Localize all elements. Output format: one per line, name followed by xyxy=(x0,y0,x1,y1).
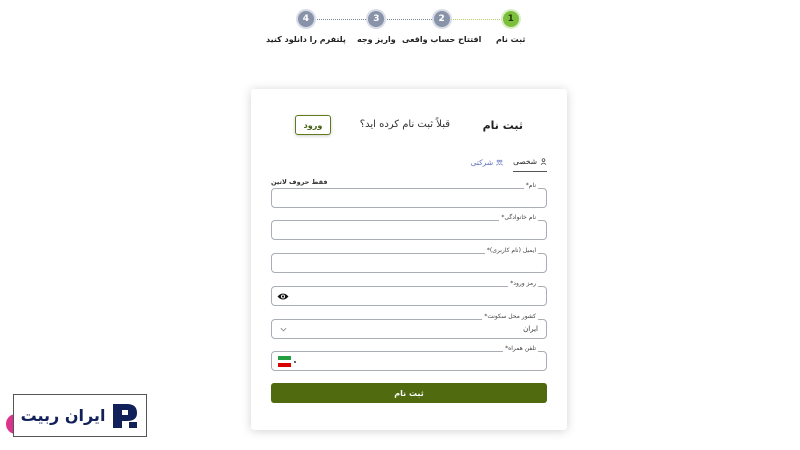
phone-field[interactable]: تلفن همراه* xyxy=(271,345,547,371)
signup-submit-button[interactable]: ثبت نام xyxy=(271,383,547,403)
step-label: پلتفرم را دانلود کنید xyxy=(266,35,346,44)
step-label: واریز وجه xyxy=(357,35,396,44)
tab-label: شخصی xyxy=(513,157,537,166)
logo-text: ایران ربیت xyxy=(20,406,106,425)
step-1: 1 ثبت نام xyxy=(496,11,525,44)
step-2: 2 افتتاح حساب واقعی xyxy=(402,11,481,44)
latin-only-note: فقط حروف لاتین xyxy=(271,178,328,186)
account-type-tabs: شخصی شرکتی xyxy=(471,157,547,172)
step-4: 4 پلتفرم را دانلود کنید xyxy=(266,11,346,44)
first-name-field[interactable]: نام* xyxy=(271,182,547,208)
logo-mark-icon xyxy=(113,403,138,428)
iran-flag-icon[interactable] xyxy=(278,356,291,368)
eye-icon[interactable] xyxy=(277,292,289,301)
step-3: 3 واریز وجه xyxy=(357,11,396,44)
login-button[interactable]: ورود xyxy=(295,115,331,135)
person-icon xyxy=(540,158,547,165)
step-number: 4 xyxy=(297,11,314,27)
last-name-field[interactable]: نام خانوادگی* xyxy=(271,214,547,240)
tab-company[interactable]: شرکتی xyxy=(471,157,504,172)
brand-logo: ایران ربیت xyxy=(13,394,147,437)
page-title: ثبت نام xyxy=(482,119,523,132)
field-label: نام خانوادگی* xyxy=(499,214,538,221)
country-value: ایران xyxy=(523,325,538,333)
chevron-down-icon xyxy=(280,327,287,332)
card-header: ثبت نام قبلاً ثبت نام کرده اید؟ ورود xyxy=(251,115,567,137)
step-number: 1 xyxy=(502,11,519,27)
company-icon xyxy=(496,159,504,165)
email-field[interactable]: ایمیل (نام کاربری)* xyxy=(271,247,547,273)
password-field[interactable]: رمز ورود* xyxy=(271,280,547,306)
step-number: 2 xyxy=(433,11,450,27)
country-select[interactable]: کشور محل سکونت* ایران xyxy=(271,313,547,339)
registration-stepper: 1 ثبت نام 2 افتتاح حساب واقعی 3 واریز وج… xyxy=(266,11,540,51)
step-number: 3 xyxy=(368,11,385,27)
field-label: ایمیل (نام کاربری)* xyxy=(484,247,538,254)
country-code-caret-icon xyxy=(294,361,296,363)
field-label: رمز ورود* xyxy=(508,280,538,287)
step-label: ثبت نام xyxy=(496,35,526,44)
field-label: تلفن همراه* xyxy=(503,345,538,352)
step-label: افتتاح حساب واقعی xyxy=(402,35,482,44)
field-label: کشور محل سکونت* xyxy=(482,313,538,320)
tab-label: شرکتی xyxy=(470,157,494,167)
signup-card: ثبت نام قبلاً ثبت نام کرده اید؟ ورود شخص… xyxy=(251,89,567,430)
tab-personal[interactable]: شخصی xyxy=(513,157,547,172)
field-label: نام* xyxy=(523,182,538,189)
already-registered-text: قبلاً ثبت نام کرده اید؟ xyxy=(359,119,450,130)
